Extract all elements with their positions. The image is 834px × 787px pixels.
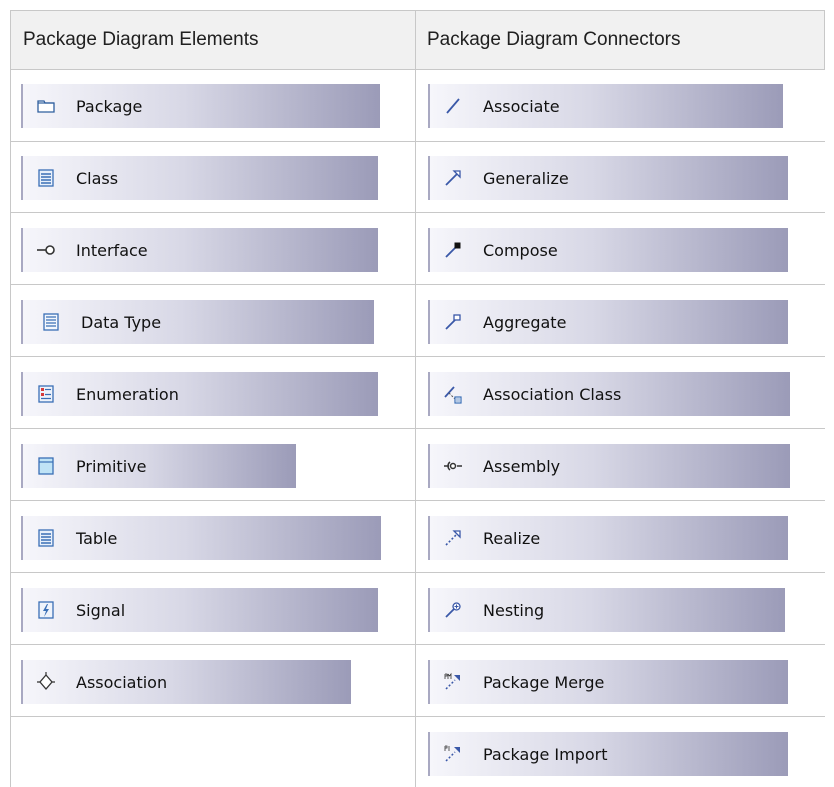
package-merge-icon — [443, 672, 463, 692]
element-label: Class — [76, 168, 119, 188]
connector-tool-association-class[interactable]: Association Class — [428, 372, 790, 416]
signal-icon — [36, 600, 56, 620]
class-icon — [36, 168, 56, 188]
element-tool-association[interactable]: Association — [21, 660, 351, 704]
row-divider — [10, 572, 825, 573]
connector-label: Generalize — [483, 168, 569, 188]
enumeration-icon — [36, 384, 56, 404]
data-type-icon — [41, 312, 61, 332]
connector-label: Association Class — [483, 384, 622, 404]
realize-icon — [443, 528, 463, 548]
association-icon — [36, 672, 56, 692]
connector-label: Package Import — [483, 744, 608, 764]
row-divider — [10, 716, 825, 717]
primitive-icon — [36, 456, 56, 476]
connectors-column-header: Package Diagram Connectors — [427, 29, 681, 50]
connector-label: Assembly — [483, 456, 561, 476]
element-tool-table[interactable]: Table — [21, 516, 381, 560]
table-icon — [36, 528, 56, 548]
connector-tool-generalize[interactable]: Generalize — [428, 156, 788, 200]
element-label: Primitive — [76, 456, 147, 476]
element-tool-data-type[interactable]: Data Type — [21, 300, 374, 344]
connector-label: Compose — [483, 240, 558, 260]
element-label: Association — [76, 672, 168, 692]
package-icon — [36, 96, 56, 116]
connector-tool-realize[interactable]: Realize — [428, 516, 788, 560]
associate-icon — [443, 96, 463, 116]
connector-label: Realize — [483, 528, 541, 548]
connector-tool-assembly[interactable]: Assembly — [428, 444, 790, 488]
elements-column-header: Package Diagram Elements — [23, 29, 259, 50]
connector-tool-package-import[interactable]: Package Import — [428, 732, 788, 776]
connector-label: Aggregate — [483, 312, 567, 332]
column-divider — [415, 10, 416, 787]
row-divider — [10, 500, 825, 501]
row-divider — [10, 141, 825, 142]
connector-tool-aggregate[interactable]: Aggregate — [428, 300, 788, 344]
element-label: Data Type — [81, 312, 162, 332]
package-import-icon — [443, 744, 463, 764]
table-left-border — [10, 10, 11, 787]
element-label: Table — [76, 528, 118, 548]
compose-icon — [443, 240, 463, 260]
table-header: Package Diagram Elements Package Diagram… — [10, 10, 825, 70]
connector-label: Associate — [483, 96, 560, 116]
element-tool-primitive[interactable]: Primitive — [21, 444, 296, 488]
element-tool-enumeration[interactable]: Enumeration — [21, 372, 378, 416]
assembly-icon — [443, 456, 463, 476]
row-divider — [10, 284, 825, 285]
element-label: Enumeration — [76, 384, 179, 404]
connector-tool-associate[interactable]: Associate — [428, 84, 783, 128]
connector-tool-compose[interactable]: Compose — [428, 228, 788, 272]
row-divider — [10, 212, 825, 213]
nesting-icon — [443, 600, 463, 620]
row-divider — [10, 356, 825, 357]
row-divider — [10, 644, 825, 645]
element-label: Interface — [76, 240, 148, 260]
connector-tool-nesting[interactable]: Nesting — [428, 588, 785, 632]
element-label: Signal — [76, 600, 126, 620]
association-class-icon — [443, 384, 463, 404]
aggregate-icon — [443, 312, 463, 332]
element-label: Package — [76, 96, 143, 116]
connector-label: Package Merge — [483, 672, 605, 692]
connector-label: Nesting — [483, 600, 545, 620]
element-tool-interface[interactable]: Interface — [21, 228, 378, 272]
interface-icon — [36, 240, 56, 260]
table-right-border — [824, 10, 825, 70]
element-tool-signal[interactable]: Signal — [21, 588, 378, 632]
connector-tool-package-merge[interactable]: Package Merge — [428, 660, 788, 704]
row-divider — [10, 428, 825, 429]
generalize-icon — [443, 168, 463, 188]
element-tool-package[interactable]: Package — [21, 84, 380, 128]
element-tool-class[interactable]: Class — [21, 156, 378, 200]
